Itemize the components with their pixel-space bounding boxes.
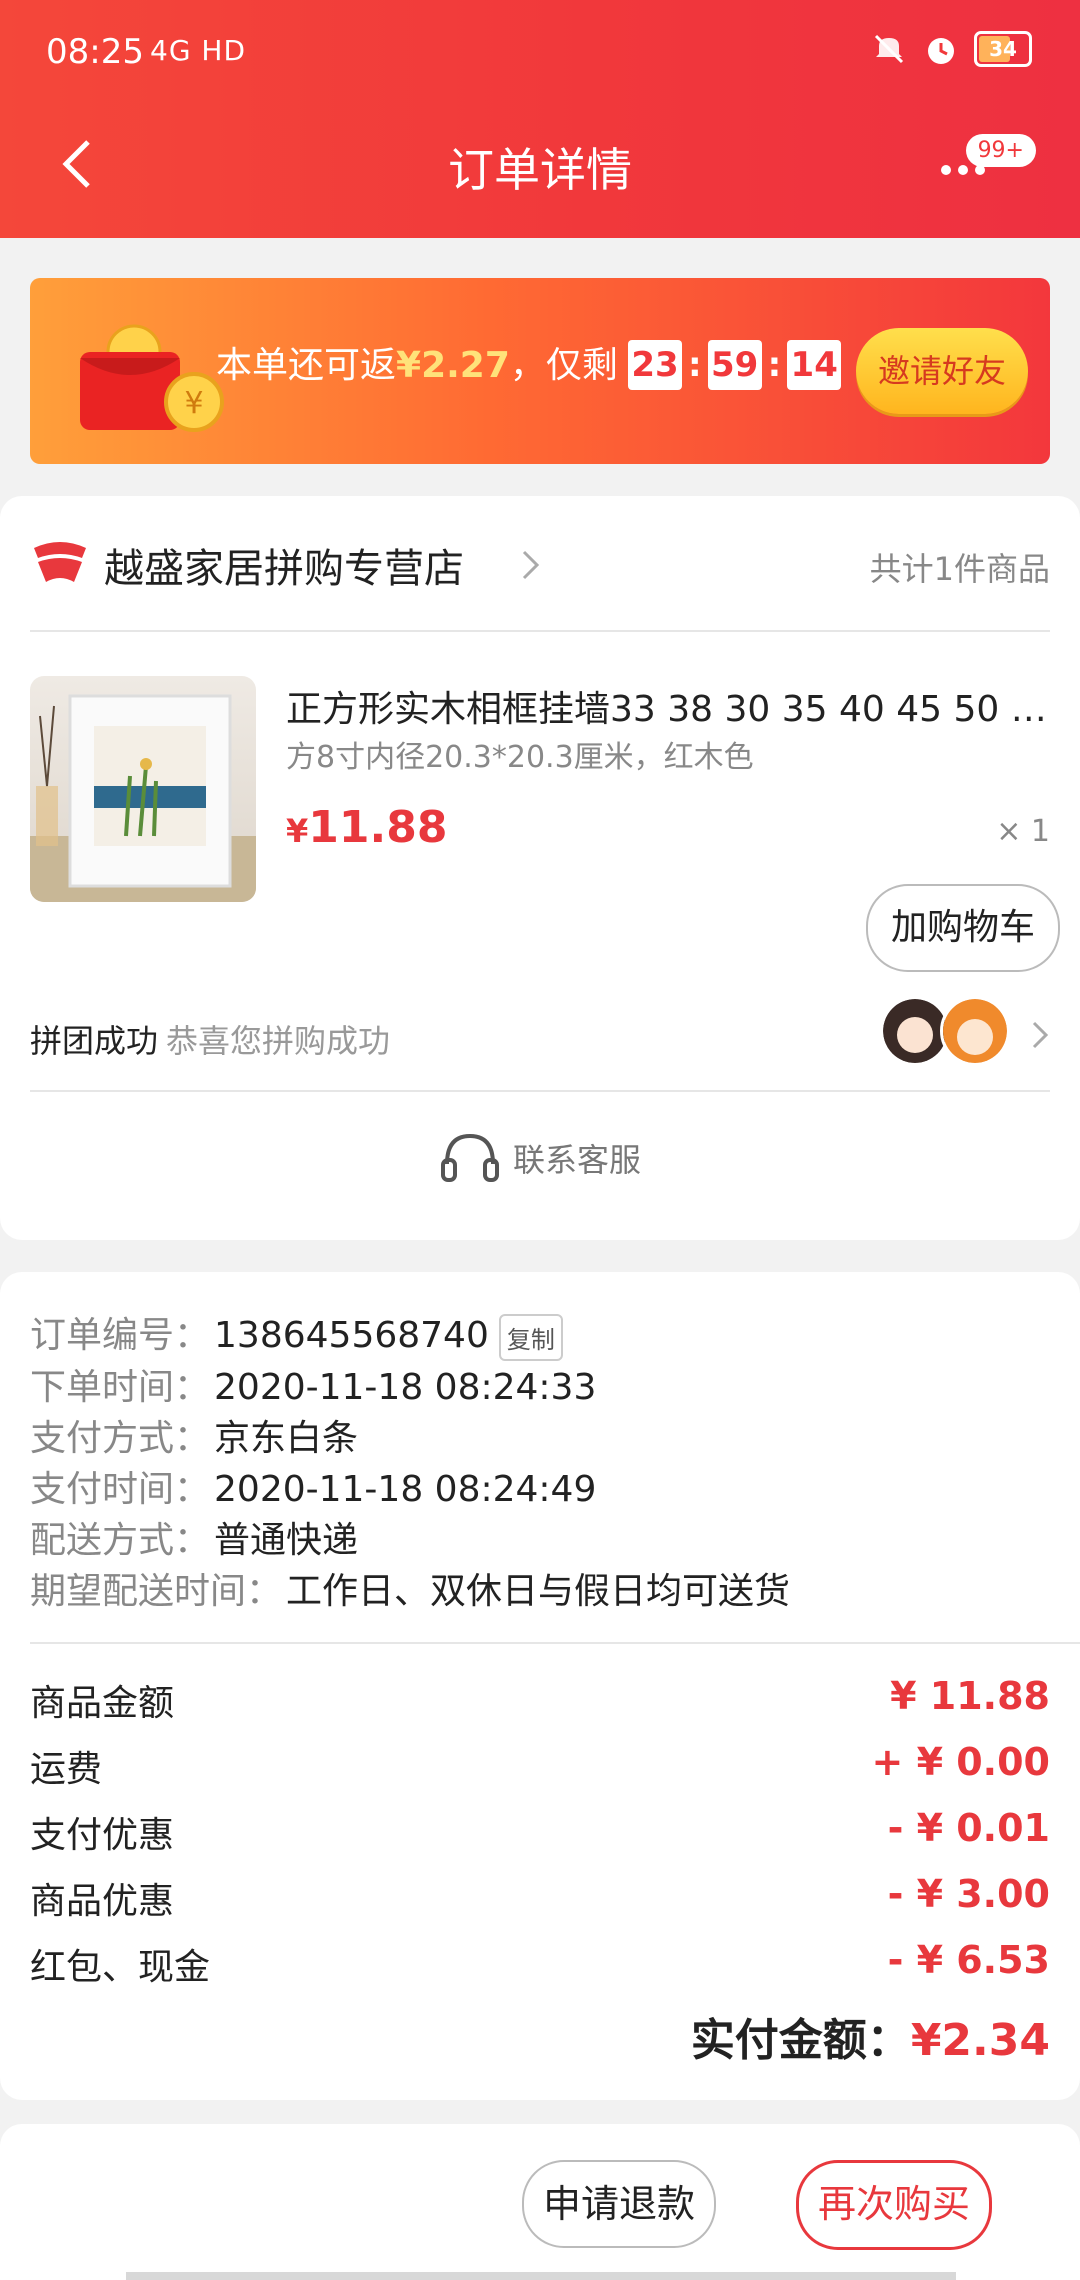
shipping-method-row: 配送方式： 普通快递 (30, 1520, 359, 1561)
home-indicator (126, 2272, 956, 2280)
store-row[interactable]: 越盛家居拼购专营店 共计1件商品 (30, 496, 1050, 632)
header: 08:25 4G HD 34 订单详情 99+ (0, 0, 1080, 238)
order-time-row: 下单时间： 2020-11-18 08:24:33 (30, 1367, 597, 1408)
battery-icon: 34 (974, 31, 1032, 67)
rebate-banner[interactable]: ¥ 本单还可返¥2.27，仅剩 23 : 59 : 14 邀请好友 (30, 278, 1050, 464)
order-number-row: 订单编号： 138645568740 复制 (30, 1306, 563, 1361)
payment-time-row: 支付时间： 2020-11-18 08:24:49 (30, 1469, 597, 1510)
product-image[interactable] (30, 676, 256, 902)
page-title: 订单详情 (448, 143, 632, 197)
contact-service-button[interactable]: 联系客服 (0, 1130, 1080, 1194)
status-bar: 08:25 4G HD 34 (0, 0, 1080, 110)
bottom-action-bar: 申请退款 再次购买 (0, 2124, 1080, 2280)
svg-text:¥: ¥ (184, 386, 203, 421)
rebate-text: 本单还可返¥2.27，仅剩 (216, 345, 618, 386)
rebate-amount: ¥2.27 (396, 345, 510, 386)
store-name[interactable]: 越盛家居拼购专营店 (104, 536, 464, 594)
store-logo-icon (34, 542, 86, 582)
order-info-card: 订单编号： 138645568740 复制 下单时间： 2020-11-18 08:2… (0, 1272, 1080, 2100)
status-time: 08:25 (46, 32, 144, 72)
copy-button[interactable]: 复制 (498, 1313, 563, 1361)
group-buy-row[interactable]: 拼团成功 恭喜您拼购成功 (30, 992, 1050, 1092)
buy-again-button[interactable]: 再次购买 (796, 2160, 992, 2250)
invite-friends-button[interactable]: 邀请好友 (856, 328, 1028, 414)
product-quantity: × 1 (996, 814, 1050, 849)
avatar (940, 996, 1010, 1066)
payment-method-row: 支付方式： 京东白条 (30, 1418, 359, 1459)
network-indicator: 4G HD (150, 34, 247, 67)
item-count: 共计1件商品 (869, 550, 1050, 588)
message-badge: 99+ (965, 134, 1036, 167)
countdown-timer: 23 : 59 : 14 (628, 340, 842, 390)
red-envelope-icon: ¥ (80, 324, 224, 432)
add-to-cart-button[interactable]: 加购物车 (866, 884, 1060, 972)
timer-minutes: 59 (707, 340, 762, 390)
contact-service-label: 联系客服 (512, 1141, 641, 1179)
timer-seconds: 14 (787, 340, 842, 390)
timer-hours: 23 (628, 340, 682, 390)
nav-bar: 订单详情 99+ (0, 110, 1080, 220)
group-status: 拼团成功 恭喜您拼购成功 (30, 1022, 391, 1060)
total-paid: 实付金额：¥2.34 (690, 2015, 1050, 2066)
divider (30, 1642, 1080, 1644)
group-avatars (880, 996, 1010, 1066)
alarm-icon (928, 38, 954, 64)
mute-icon (874, 34, 904, 64)
product-title[interactable]: 正方形实木相框挂墙33 38 30 35 40 45 50 60… (286, 680, 1050, 732)
product-price: ¥11.88 (286, 802, 448, 853)
delivery-time-row: 期望配送时间： 工作日、双休日与假日均可送货 (30, 1571, 791, 1612)
chevron-right-icon (522, 550, 540, 580)
order-number: 138645568740 (214, 1315, 489, 1356)
chevron-right-icon (1032, 1021, 1049, 1049)
product-card: 越盛家居拼购专营店 共计1件商品 正方形实木相框挂墙33 38 30 35 40… (0, 496, 1080, 1240)
refund-button[interactable]: 申请退款 (522, 2160, 716, 2248)
product-spec: 方8寸内径20.3*20.3厘米，红木色 (286, 740, 754, 775)
headset-icon (440, 1133, 499, 1182)
